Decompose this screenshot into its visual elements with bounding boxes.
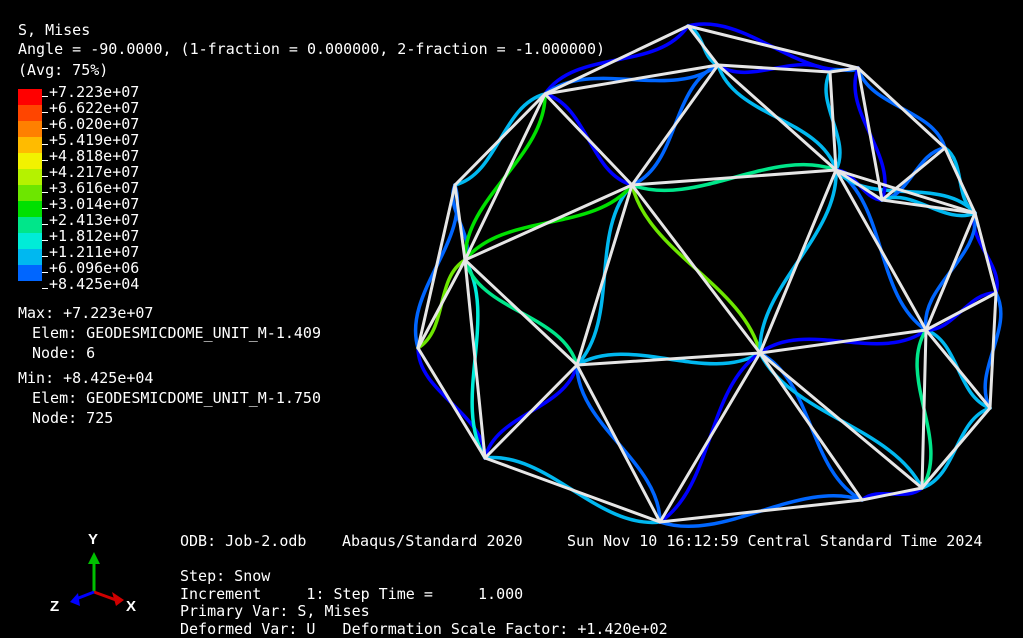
deformed-mesh <box>413 22 1003 529</box>
undeformed-member <box>988 291 998 410</box>
undeformed-member <box>416 258 467 350</box>
undeformed-member <box>630 63 720 187</box>
undeformed-member <box>483 363 579 460</box>
undeformed-member <box>658 498 864 524</box>
undeformed-member <box>758 168 838 355</box>
undeformed-member <box>658 351 762 524</box>
x-axis-label: X <box>126 598 136 615</box>
undeformed-member <box>543 92 634 187</box>
y-axis-arrowhead <box>88 552 100 564</box>
y-axis-label: Y <box>88 531 98 548</box>
undeformed-member <box>463 258 579 367</box>
deformed-variable: Deformed Var: U Deformation Scale Factor… <box>180 620 668 638</box>
undeformed-member <box>828 70 838 172</box>
increment-info: Increment 1: Step Time = 1.000 <box>180 585 524 603</box>
odb-name: ODB: Job-2.odb <box>180 532 307 550</box>
z-axis-label: Z <box>50 598 59 615</box>
undeformed-member <box>483 456 662 524</box>
undeformed-member <box>716 63 838 172</box>
undeformed-member <box>924 291 998 332</box>
undeformed-member <box>924 328 992 410</box>
run-date: Sun Nov 10 16:12:59 Central Standard Tim… <box>567 532 983 550</box>
step-name: Step: Snow <box>180 567 271 585</box>
undeformed-member <box>973 211 998 295</box>
undeformed-member <box>920 328 928 490</box>
z-axis-arrowhead <box>70 593 80 606</box>
undeformed-member <box>543 24 690 96</box>
axis-triad: Y Z X <box>50 531 136 615</box>
solver-version: Abaqus/Standard 2020 <box>342 532 523 550</box>
undeformed-member <box>924 211 977 332</box>
undeformed-member <box>630 183 762 355</box>
undeformed-member <box>630 168 838 187</box>
primary-variable: Primary Var: S, Mises <box>180 602 370 620</box>
